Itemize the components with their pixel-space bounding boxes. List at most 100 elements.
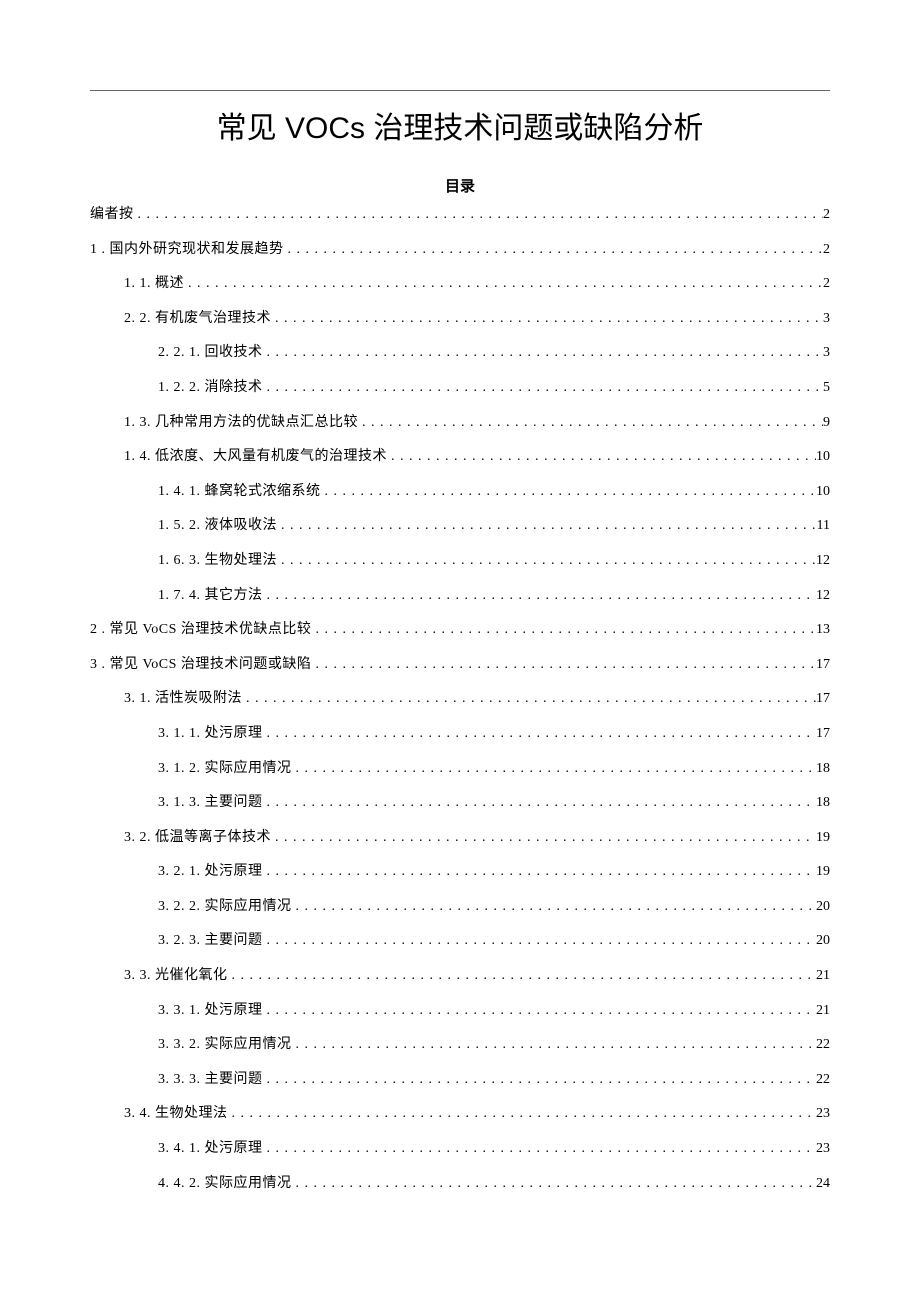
toc-entry: 2. 2. 有机废气治理技术3 (90, 306, 830, 333)
toc-label: 1. 5. 2. 液体吸收法 (158, 513, 277, 540)
toc-entry: 1. 3. 几种常用方法的优缺点汇总比较 9 (90, 410, 830, 437)
toc-page-number: 22 (816, 1067, 830, 1094)
toc-page-number: 17 (816, 652, 830, 679)
toc-label: 3. 2. 低温等离子体技术 (124, 825, 271, 852)
toc-entry: 3. 3. 3. 主要问题 22 (90, 1067, 830, 1094)
page-title: 常见 VOCs 治理技术问题或缺陷分析 (90, 103, 830, 147)
toc-entry: 1. 5. 2. 液体吸收法 11 (90, 513, 830, 540)
toc-entry: 1. 2. 2. 消除技术5 (90, 375, 830, 402)
toc-leader-dots (263, 1067, 817, 1094)
toc-entry: 3. 3. 2. 实际应用情况22 (90, 1032, 830, 1059)
toc-label: 3. 2. 3. 主要问题 (158, 928, 263, 955)
toc-page-number: 24 (816, 1171, 830, 1198)
toc-leader-dots (271, 825, 816, 852)
toc-page-number: 20 (816, 928, 830, 955)
toc-entry: 3 . 常见 VoCS 治理技术问题或缺陷 17 (90, 652, 830, 679)
toc-entry: 1. 4. 低浓度、大风量有机废气的治理技术 10 (90, 444, 830, 471)
toc-leader-dots (263, 928, 817, 955)
toc-label: 3 . 常见 VoCS 治理技术问题或缺陷 (90, 652, 311, 679)
toc-label: 1. 4. 1. 蜂窝轮式浓缩系统 (158, 479, 321, 506)
toc-entry: 4. 4. 2. 实际应用情况 24 (90, 1171, 830, 1198)
toc-leader-dots (271, 306, 823, 333)
toc-leader-dots (311, 617, 816, 644)
toc-leader-dots (134, 202, 824, 229)
toc-label: 3. 1. 3. 主要问题 (158, 790, 263, 817)
toc-page-number: 3 (823, 340, 830, 367)
toc-entry: 1. 4. 1. 蜂窝轮式浓缩系统 10 (90, 479, 830, 506)
toc-page-number: 17 (816, 721, 830, 748)
toc-entry: 编者按 2 (90, 202, 830, 229)
toc-label: 1. 1. 概述 (124, 271, 184, 298)
toc-leader-dots (263, 340, 824, 367)
toc-label: 2 . 常见 VoCS 治理技术优缺点比较 (90, 617, 311, 644)
toc-page-number: 18 (816, 756, 830, 783)
toc-container: 编者按 2 1 . 国内外研究现状和发展趋势 2 1. 1. 概述 2 2. 2. 有机废气… (90, 202, 830, 1197)
toc-page-number: 12 (816, 548, 830, 575)
toc-entry: 3. 1. 1. 处污原理 17 (90, 721, 830, 748)
toc-label: 3. 2. 2. 实际应用情况 (158, 894, 292, 921)
toc-page-number: 21 (816, 998, 830, 1025)
toc-page-number: 2 (823, 237, 830, 264)
toc-entry: 3. 4. 生物处理法23 (90, 1101, 830, 1128)
toc-label: 3. 1. 活性炭吸附法 (124, 686, 242, 713)
toc-page-number: 23 (816, 1136, 830, 1163)
toc-label: 3. 2. 1. 处污原理 (158, 859, 263, 886)
toc-leader-dots (292, 756, 817, 783)
toc-entry: 2. 2. 1. 回收技术 3 (90, 340, 830, 367)
toc-label: 3. 3. 2. 实际应用情况 (158, 1032, 292, 1059)
toc-leader-dots (263, 583, 817, 610)
toc-header: 目录 (90, 175, 830, 196)
toc-leader-dots (263, 375, 824, 402)
toc-entry: 1 . 国内外研究现状和发展趋势 2 (90, 237, 830, 264)
toc-entry: 3. 1. 3. 主要问题 18 (90, 790, 830, 817)
toc-page-number: 3 (823, 306, 830, 333)
toc-label: 3. 1. 2. 实际应用情况 (158, 756, 292, 783)
toc-label: 1. 6. 3. 生物处理法 (158, 548, 277, 575)
toc-page-number: 10 (816, 444, 830, 471)
toc-entry: 1. 7. 4. 其它方法12 (90, 583, 830, 610)
toc-label: 1. 4. 低浓度、大风量有机废气的治理技术 (124, 444, 387, 471)
toc-leader-dots (387, 444, 816, 471)
toc-leader-dots (358, 410, 823, 437)
toc-page-number: 13 (816, 617, 830, 644)
toc-page-number: 20 (816, 894, 830, 921)
toc-page-number: 10 (816, 479, 830, 506)
toc-leader-dots (311, 652, 816, 679)
toc-entry: 3. 1. 活性炭吸附法 17 (90, 686, 830, 713)
toc-leader-dots (292, 1032, 817, 1059)
toc-leader-dots (284, 237, 824, 264)
toc-page-number: 21 (816, 963, 830, 990)
toc-leader-dots (228, 1101, 817, 1128)
toc-label: 3. 3. 3. 主要问题 (158, 1067, 263, 1094)
toc-entry: 3. 3. 光催化氧化 21 (90, 963, 830, 990)
toc-entry: 3. 2. 1. 处污原理19 (90, 859, 830, 886)
toc-leader-dots (263, 998, 817, 1025)
toc-entry: 1. 1. 概述 2 (90, 271, 830, 298)
toc-label: 3. 3. 1. 处污原理 (158, 998, 263, 1025)
toc-page-number: 9 (823, 410, 830, 437)
toc-leader-dots (277, 548, 816, 575)
toc-label: 3. 4. 1. 处污原理 (158, 1136, 263, 1163)
toc-leader-dots (263, 790, 817, 817)
toc-page-number: 18 (816, 790, 830, 817)
toc-leader-dots (228, 963, 817, 990)
toc-label: 编者按 (90, 202, 134, 229)
toc-page-number: 12 (816, 583, 830, 610)
toc-label: 4. 4. 2. 实际应用情况 (158, 1171, 292, 1198)
toc-label: 3. 4. 生物处理法 (124, 1101, 228, 1128)
toc-entry: 3. 1. 2. 实际应用情况 18 (90, 756, 830, 783)
toc-page-number: 11 (817, 513, 830, 540)
top-rule (90, 90, 830, 91)
toc-entry: 1. 6. 3. 生物处理法 12 (90, 548, 830, 575)
toc-page-number: 2 (823, 271, 830, 298)
toc-leader-dots (263, 721, 817, 748)
toc-label: 1. 3. 几种常用方法的优缺点汇总比较 (124, 410, 358, 437)
toc-label: 3. 1. 1. 处污原理 (158, 721, 263, 748)
toc-label: 2. 2. 1. 回收技术 (158, 340, 263, 367)
toc-page-number: 2 (823, 202, 830, 229)
toc-label: 3. 3. 光催化氧化 (124, 963, 228, 990)
toc-label: 1 . 国内外研究现状和发展趋势 (90, 237, 284, 264)
toc-page-number: 17 (816, 686, 830, 713)
toc-leader-dots (263, 1136, 817, 1163)
toc-page-number: 5 (823, 375, 830, 402)
